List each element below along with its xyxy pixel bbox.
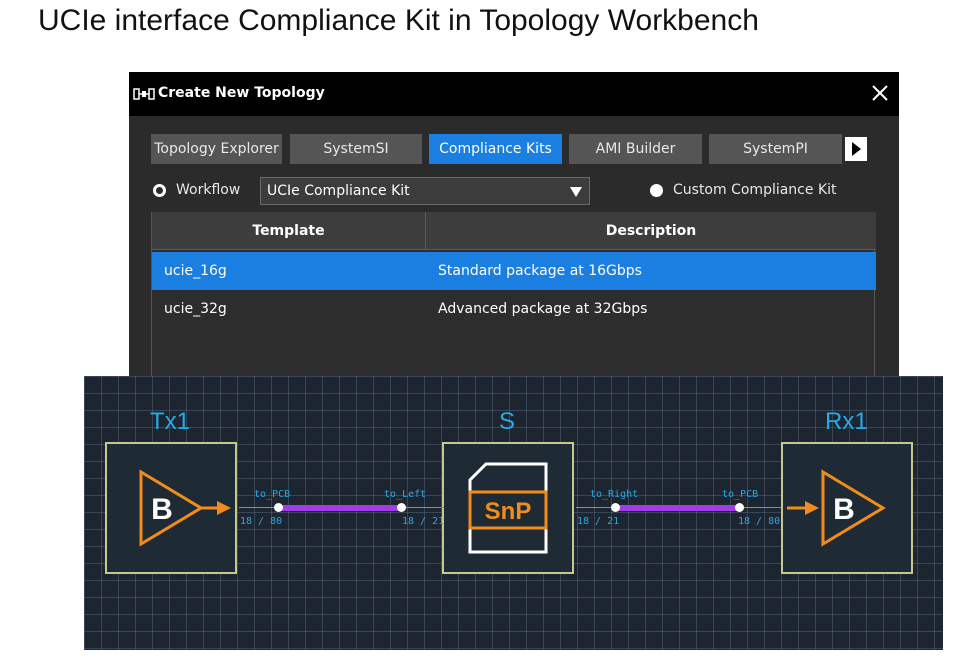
header-description[interactable]: Description — [426, 212, 876, 250]
template-cell: ucie_32g — [164, 301, 227, 317]
wire-s-rx[interactable] — [616, 505, 740, 511]
topology-icon — [133, 88, 155, 100]
tx-port-pins: 18 / 80 — [240, 516, 283, 527]
wire-tx-s[interactable] — [279, 505, 401, 511]
s-block-label: S — [499, 408, 516, 435]
tab-scroll-right-icon[interactable] — [845, 137, 867, 161]
tab-ami-builder[interactable]: AMI Builder — [569, 134, 702, 164]
s-left-port-node[interactable] — [397, 503, 406, 512]
dialog-title: Create New Topology — [158, 85, 325, 101]
tab-compliance-kits[interactable]: Compliance Kits — [429, 134, 562, 164]
svg-text:B: B — [151, 493, 173, 526]
custom-kit-radio[interactable]: Custom Compliance Kit — [650, 182, 837, 198]
radio-unselected-icon — [650, 183, 663, 197]
s-left-port-pins: 18 / 21 — [402, 516, 445, 527]
table-header: Template Description — [152, 212, 876, 250]
table-row[interactable]: ucie_16g Standard package at 16Gbps — [152, 252, 876, 290]
tab-systempi[interactable]: SystemPI — [709, 134, 842, 164]
description-cell: Advanced package at 32Gbps — [438, 301, 648, 317]
workflow-select-value: UCIe Compliance Kit — [267, 183, 410, 199]
close-icon[interactable] — [869, 82, 891, 104]
s-right-lead — [576, 507, 616, 508]
buffer-icon: B — [139, 469, 231, 547]
s-right-port-label: to_Right — [590, 489, 639, 500]
tx-port-node[interactable] — [274, 503, 283, 512]
radio-selected-icon — [153, 183, 166, 197]
buffer-icon: B — [787, 469, 886, 547]
tx-port-label: to_PCB — [254, 489, 291, 500]
s-block[interactable]: SnP — [442, 442, 574, 574]
template-table: Template Description ucie_16g Standard p… — [151, 212, 876, 382]
rx-block[interactable]: B — [781, 442, 913, 574]
template-cell: ucie_16g — [164, 263, 227, 279]
s-left-lead — [401, 507, 444, 508]
workflow-label: Workflow — [176, 182, 241, 198]
rx-port-label: to_PCB — [722, 489, 759, 500]
chevron-down-icon — [570, 187, 582, 197]
description-cell: Standard package at 16Gbps — [438, 263, 642, 279]
tx-block-label: Tx1 — [150, 408, 191, 435]
rx-block-label: Rx1 — [825, 408, 868, 435]
schematic-canvas[interactable]: Tx1 B S SnP Rx1 B to_PCB 18 / 80 to_Left — [84, 376, 943, 650]
dialog-titlebar: Create New Topology — [129, 72, 899, 116]
table-row[interactable]: ucie_32g Advanced package at 32Gbps — [152, 290, 876, 328]
workflow-select[interactable]: UCIe Compliance Kit — [260, 177, 590, 205]
s-right-port-node[interactable] — [611, 503, 620, 512]
s-left-port-label: to_Left — [384, 489, 427, 500]
snp-file-icon: SnP — [468, 462, 548, 554]
slide-title: UCIe interface Compliance Kit in Topolog… — [38, 4, 759, 37]
svg-text:B: B — [833, 493, 855, 526]
header-template[interactable]: Template — [152, 212, 425, 250]
rx-port-pins: 18 / 80 — [738, 516, 781, 527]
tx-lead — [239, 507, 279, 508]
tab-systemsi[interactable]: SystemSI — [290, 134, 422, 164]
s-right-port-pins: 18 / 21 — [577, 516, 620, 527]
custom-kit-label: Custom Compliance Kit — [673, 182, 837, 198]
tx-block[interactable]: B — [105, 442, 237, 574]
workflow-radio[interactable]: Workflow — [153, 182, 240, 198]
rx-port-node[interactable] — [735, 503, 744, 512]
svg-text:SnP: SnP — [485, 498, 532, 525]
rx-lead — [740, 507, 781, 508]
create-topology-dialog: Create New Topology Topology Explorer Sy… — [129, 72, 899, 382]
tab-topology-explorer[interactable]: Topology Explorer — [151, 134, 282, 164]
